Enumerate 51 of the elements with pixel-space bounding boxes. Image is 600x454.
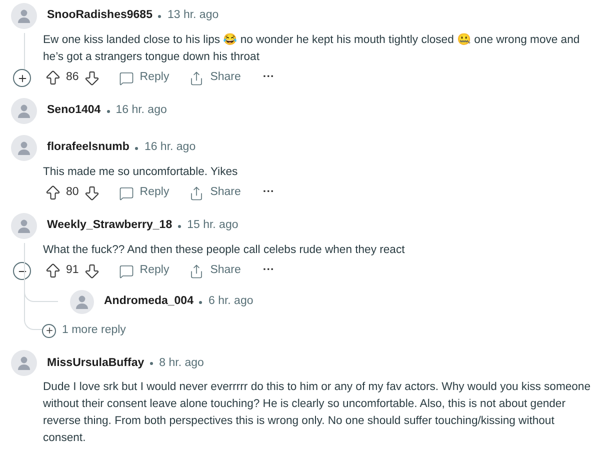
expand-thread-button[interactable] [13,69,31,87]
timestamp: 13 hr. ago [167,8,219,24]
plus-icon [16,72,28,84]
user-silhouette-icon [16,355,32,372]
comment-text: This made me so uncomfortable. Yikes [43,165,239,180]
share-button[interactable]: Share [189,69,241,87]
share-button[interactable]: Share [189,262,241,280]
username[interactable]: SnooRadishes9685 [47,7,152,25]
vote-count: 91 [66,263,79,278]
more-options-button[interactable]: ··· [262,69,274,87]
user-silhouette-icon [16,218,32,234]
user-silhouette-icon [16,140,32,156]
vote-count: 86 [66,70,79,86]
comment-text: Dude I love srk but I would never everrrrr do this to him or any of my fav actors. Why would you kiss someone without their consent leave alone touching? He is clearly so uncomfortable. Also, this is not about gender reverse thing. From both perspectives this is wrong only. No one should suffer touching/kissing without consent. [43,380,592,446]
username[interactable]: florafeelsnumb [47,139,130,157]
share-icon [189,264,204,278]
share-icon [189,70,204,86]
user-silhouette-icon [16,8,32,24]
speech-bubble-icon [118,186,134,200]
timestamp: 6 hr. ago [208,294,254,310]
collapse-thread-button[interactable] [13,262,31,280]
upvote-icon[interactable] [44,262,62,280]
username[interactable]: Seno1404 [47,102,101,120]
comment-text: What the fuck?? And then these people call celebs rude when they react [43,243,406,258]
more-replies-link[interactable]: 1 more reply [42,322,126,340]
reply-button[interactable]: Reply [118,184,170,202]
username[interactable]: Andromeda_004 [104,293,194,311]
thread-line [24,33,25,69]
comment-text: Ew one kiss landed close to his lips 😂 no wonder he kept his mouth tightly closed 🤐 one wrong move and he’s got a strangers tongue down his throat [43,32,581,65]
speech-bubble-icon [118,70,134,86]
timestamp: 15 hr. ago [187,218,238,234]
downvote-icon[interactable] [82,69,101,87]
vote-count: 80 [66,185,79,200]
more-options-button[interactable]: ··· [262,262,274,280]
share-icon [189,186,204,200]
timestamp: 16 hr. ago [116,103,167,118]
downvote-icon[interactable] [82,184,101,202]
user-silhouette-icon [16,103,32,119]
timestamp: 8 hr. ago [159,356,204,371]
downvote-icon[interactable] [82,262,101,280]
upvote-icon[interactable] [44,69,62,87]
username[interactable]: Weekly_Strawberry_18 [47,217,172,235]
reply-button[interactable]: Reply [118,69,170,87]
more-options-button[interactable]: ··· [262,184,274,202]
timestamp: 16 hr. ago [144,140,196,156]
share-button[interactable]: Share [189,184,241,202]
reply-button[interactable]: Reply [118,262,170,280]
username[interactable]: MissUrsulaBuffay [47,354,144,372]
upvote-icon[interactable] [44,184,62,202]
speech-bubble-icon [118,264,134,278]
user-silhouette-icon [74,294,90,310]
